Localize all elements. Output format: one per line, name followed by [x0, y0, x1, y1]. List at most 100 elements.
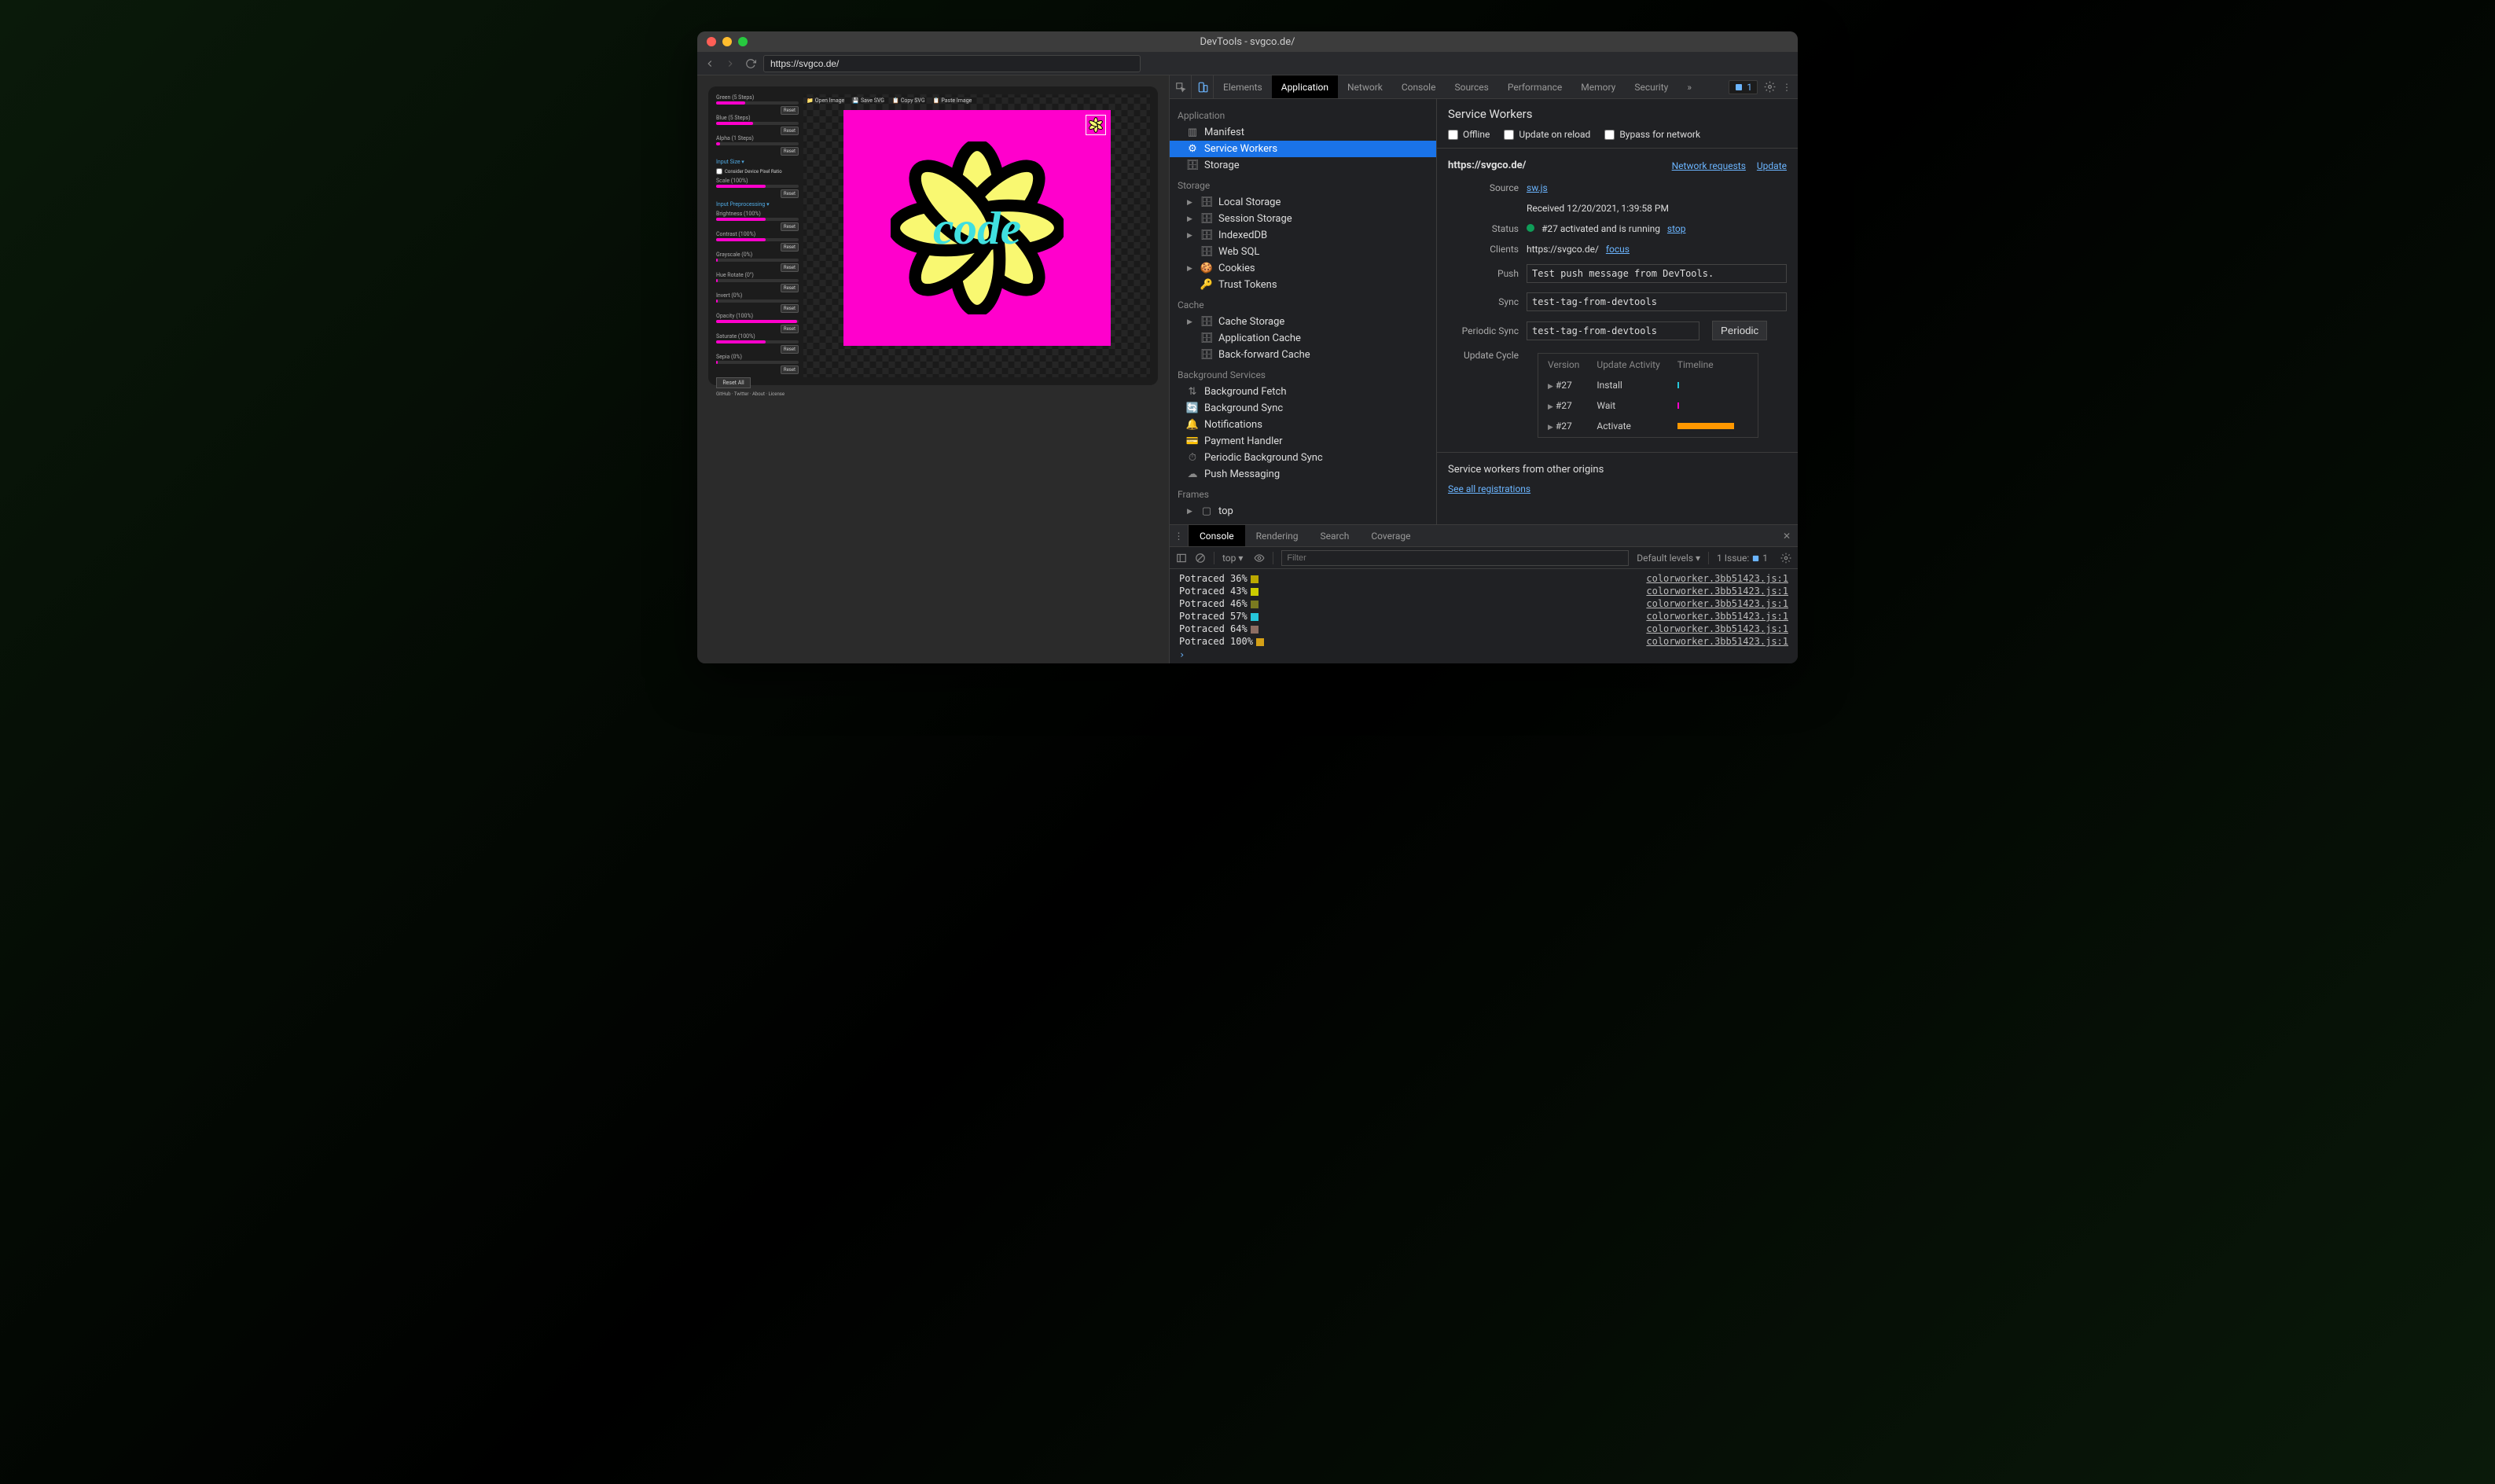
settings-icon[interactable]	[1764, 81, 1776, 93]
update-link[interactable]: Update	[1757, 160, 1787, 171]
sidebar-item-periodic background sync[interactable]: ⏱ Periodic Background Sync	[1170, 450, 1436, 466]
reload-button[interactable]	[743, 56, 759, 72]
input-size-header[interactable]: Input Size ▾	[716, 159, 799, 165]
issues-badge[interactable]: 1	[1729, 80, 1758, 94]
reset-button[interactable]: Reset	[781, 345, 799, 354]
close-window-button[interactable]	[707, 37, 716, 46]
console-sidebar-toggle[interactable]	[1176, 553, 1187, 564]
slider[interactable]	[716, 279, 799, 282]
drawer-tab-rendering[interactable]: Rendering	[1245, 525, 1310, 546]
reset-all-button[interactable]: Reset All	[716, 377, 751, 388]
push-input[interactable]	[1527, 264, 1787, 283]
sidebar-item-back-forward cache[interactable]: 🗄 Back-forward Cache	[1170, 347, 1436, 363]
reset-button[interactable]: Reset	[781, 284, 799, 292]
see-all-registrations-link[interactable]: See all registrations	[1448, 483, 1530, 494]
console-prompt[interactable]: ›	[1170, 648, 1798, 662]
sidebar-item-storage[interactable]: 🗄 Storage	[1170, 157, 1436, 174]
open-image-button[interactable]: 📁 Open Image	[807, 97, 844, 104]
source-link[interactable]: colorworker.3bb51423.js:1	[1646, 611, 1788, 622]
slider[interactable]	[716, 238, 799, 241]
device-mode-button[interactable]	[1192, 75, 1214, 98]
offline-checkbox[interactable]: Offline	[1448, 129, 1490, 140]
sidebar-item-web sql[interactable]: 🗄 Web SQL	[1170, 244, 1436, 260]
tab-network[interactable]: Network	[1338, 75, 1392, 98]
minimize-window-button[interactable]	[722, 37, 732, 46]
source-link[interactable]: colorworker.3bb51423.js:1	[1646, 623, 1788, 634]
periodic-sync-button[interactable]: Periodic	[1712, 321, 1767, 340]
back-button[interactable]	[702, 56, 718, 72]
source-link[interactable]: colorworker.3bb51423.js:1	[1646, 573, 1788, 584]
source-link[interactable]: colorworker.3bb51423.js:1	[1646, 586, 1788, 597]
reset-button[interactable]: Reset	[781, 106, 799, 115]
stop-link[interactable]: stop	[1667, 223, 1686, 234]
reset-button[interactable]: Reset	[781, 147, 799, 156]
tab-console[interactable]: Console	[1392, 75, 1446, 98]
reset-button[interactable]: Reset	[781, 189, 799, 198]
source-link[interactable]: sw.js	[1527, 182, 1548, 193]
log-levels-selector[interactable]: Default levels ▾	[1637, 553, 1700, 564]
forward-button[interactable]	[722, 56, 738, 72]
context-selector[interactable]: top ▾	[1222, 553, 1243, 564]
reset-button[interactable]: Reset	[781, 263, 799, 272]
drawer-tab-console[interactable]: Console	[1189, 525, 1245, 546]
tab-memory[interactable]: Memory	[1571, 75, 1625, 98]
copy-svg-button[interactable]: 📋 Copy SVG	[892, 97, 925, 104]
sidebar-item-cache storage[interactable]: ▶ 🗄 Cache Storage	[1170, 314, 1436, 330]
slider[interactable]	[716, 259, 799, 262]
drawer-kebab-icon[interactable]: ⋮	[1170, 525, 1189, 546]
device-pixel-checkbox[interactable]: Consider Device Pixel Ratio	[716, 168, 799, 174]
kebab-menu-icon[interactable]: ⋮	[1782, 82, 1791, 93]
console-settings-icon[interactable]	[1780, 553, 1791, 564]
sidebar-item-notifications[interactable]: 🔔 Notifications	[1170, 417, 1436, 433]
network-requests-link[interactable]: Network requests	[1672, 160, 1746, 171]
reset-button[interactable]: Reset	[781, 243, 799, 252]
issues-link[interactable]: 1 Issue: 1	[1717, 553, 1768, 564]
tab-security[interactable]: Security	[1625, 75, 1677, 98]
tab-application[interactable]: Application	[1272, 75, 1338, 98]
maximize-window-button[interactable]	[738, 37, 748, 46]
source-link[interactable]: colorworker.3bb51423.js:1	[1646, 636, 1788, 647]
reset-button[interactable]: Reset	[781, 222, 799, 231]
sidebar-item-session storage[interactable]: ▶ 🗄 Session Storage	[1170, 211, 1436, 227]
sidebar-item-payment handler[interactable]: 💳 Payment Handler	[1170, 433, 1436, 450]
save-svg-button[interactable]: 💾 Save SVG	[852, 97, 884, 104]
sidebar-item-cookies[interactable]: ▶ 🍪 Cookies	[1170, 260, 1436, 277]
sidebar-item-manifest[interactable]: ▥ Manifest	[1170, 124, 1436, 141]
tab-performance[interactable]: Performance	[1498, 75, 1571, 98]
drawer-tab-search[interactable]: Search	[1309, 525, 1360, 546]
slider[interactable]	[716, 340, 799, 343]
inspect-element-button[interactable]	[1170, 75, 1192, 98]
slider[interactable]	[716, 320, 799, 323]
sidebar-item-local storage[interactable]: ▶ 🗄 Local Storage	[1170, 194, 1436, 211]
focus-link[interactable]: focus	[1606, 244, 1630, 255]
sidebar-item-background sync[interactable]: 🔄 Background Sync	[1170, 400, 1436, 417]
sidebar-item-indexeddb[interactable]: ▶ 🗄 IndexedDB	[1170, 227, 1436, 244]
clear-console-button[interactable]	[1195, 553, 1206, 564]
slider[interactable]	[716, 361, 799, 364]
reset-button[interactable]: Reset	[781, 304, 799, 313]
slider[interactable]	[716, 122, 799, 125]
bypass-network-checkbox[interactable]: Bypass for network	[1604, 129, 1700, 140]
reset-button[interactable]: Reset	[781, 127, 799, 135]
tab-sources[interactable]: Sources	[1445, 75, 1497, 98]
drawer-tab-coverage[interactable]: Coverage	[1360, 525, 1421, 546]
slider[interactable]	[716, 218, 799, 221]
sidebar-item-trust tokens[interactable]: 🔑 Trust Tokens	[1170, 277, 1436, 293]
site-footer-links[interactable]: GitHub · Twitter · About · License	[716, 391, 799, 397]
reset-button[interactable]: Reset	[781, 325, 799, 333]
slider[interactable]	[716, 142, 799, 145]
console-filter-input[interactable]	[1281, 550, 1629, 566]
sidebar-item-frame-top[interactable]: ▶ ▢ top	[1170, 503, 1436, 520]
reset-button[interactable]: Reset	[781, 365, 799, 374]
live-expression-button[interactable]	[1254, 553, 1265, 564]
update-on-reload-checkbox[interactable]: Update on reload	[1504, 129, 1590, 140]
tab-elements[interactable]: Elements	[1214, 75, 1272, 98]
slider[interactable]	[716, 185, 799, 188]
slider[interactable]	[716, 101, 799, 105]
drawer-close-button[interactable]: ✕	[1776, 525, 1798, 546]
sidebar-item-application cache[interactable]: 🗄 Application Cache	[1170, 330, 1436, 347]
more-tabs-button[interactable]: »	[1677, 75, 1701, 98]
url-input[interactable]	[763, 55, 1141, 72]
paste-image-button[interactable]: 📋 Paste Image	[933, 97, 972, 104]
sync-input[interactable]	[1527, 292, 1787, 311]
